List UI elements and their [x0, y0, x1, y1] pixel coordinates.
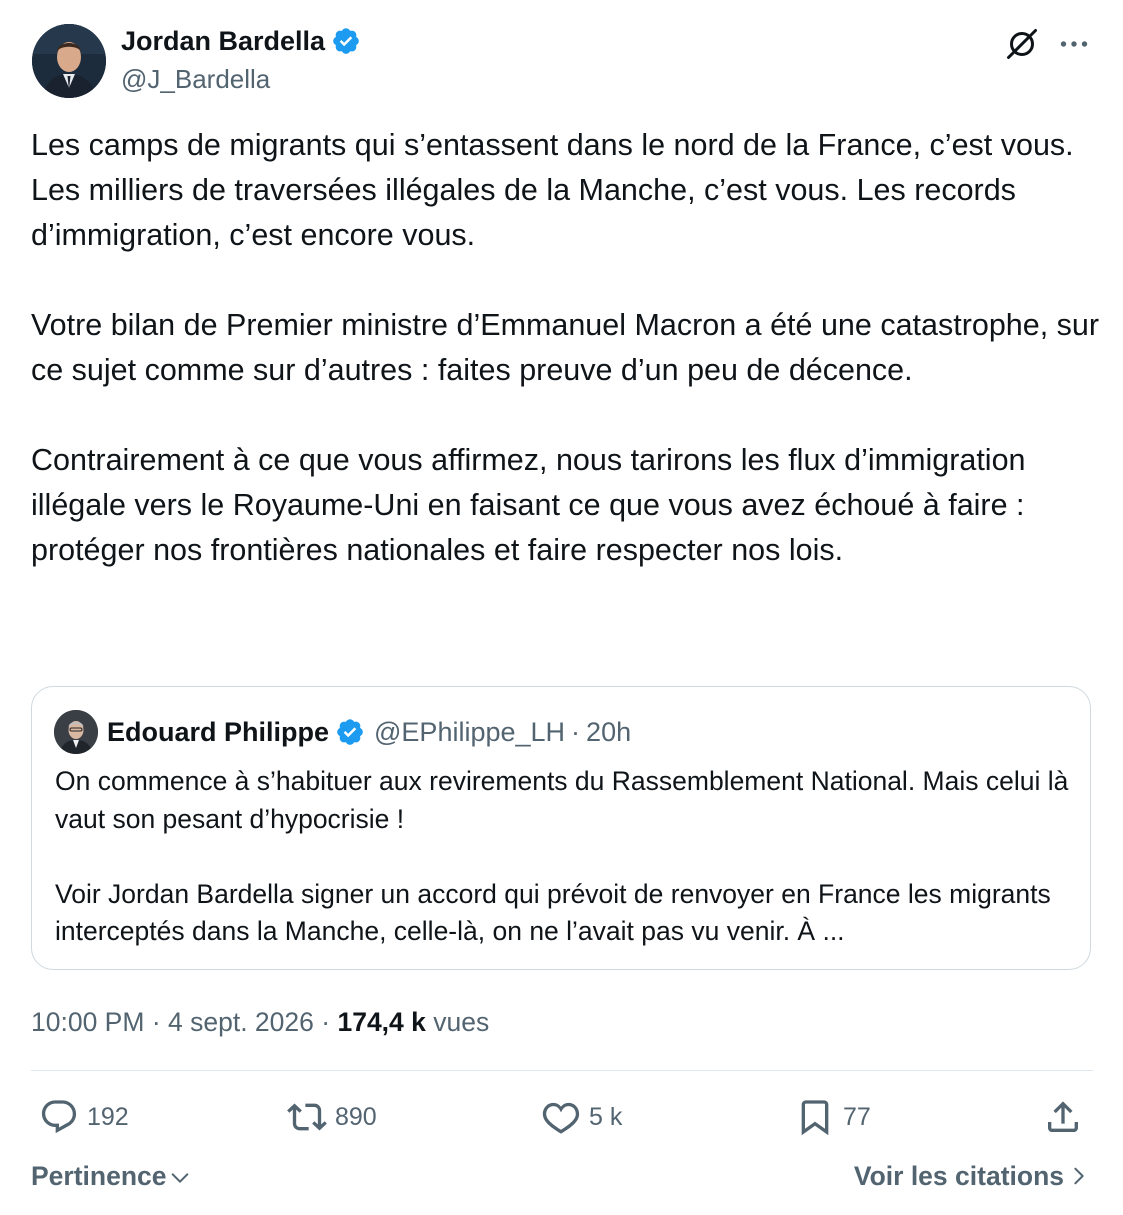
view-quotes-link[interactable]: Voir les citations — [854, 1156, 1090, 1196]
reply-count: 192 — [87, 1102, 129, 1131]
grok-icon[interactable] — [1004, 26, 1040, 62]
views-label: vues — [433, 1007, 490, 1037]
tweet: Jordan Bardella @J_Bardella Les camps de… — [0, 0, 1123, 1215]
divider — [31, 1070, 1093, 1071]
retweet-icon — [287, 1103, 327, 1131]
sort-dropdown[interactable]: Pertinence — [31, 1156, 191, 1196]
quoted-avatar — [54, 710, 98, 754]
bookmark-count: 77 — [843, 1102, 871, 1131]
tweet-text: Les camps de migrants qui s’entassent da… — [31, 123, 1101, 573]
quoted-tweet-text: On commence à s’habituer aux revirements… — [55, 763, 1075, 951]
tweet-header: Jordan Bardella @J_Bardella — [32, 22, 1092, 102]
author-names: Jordan Bardella @J_Bardella — [121, 22, 361, 98]
heart-icon — [542, 1102, 580, 1134]
action-bar: 192 890 5 k 77 — [31, 1092, 1093, 1142]
share-button[interactable] — [1043, 1092, 1091, 1142]
tweet-paragraph: Votre bilan de Premier ministre d’Emmanu… — [31, 308, 1100, 387]
like-button[interactable]: 5 k — [541, 1092, 622, 1142]
tweet-time[interactable]: 10:00 PM — [31, 1007, 144, 1037]
separator-dot: · — [321, 1007, 331, 1037]
separator-dot: · — [151, 1007, 161, 1037]
avatar[interactable] — [32, 24, 106, 98]
retweet-count: 890 — [335, 1102, 377, 1131]
quoted-paragraph: On commence à s’habituer aux revirements… — [55, 766, 1069, 834]
author-display-name[interactable]: Jordan Bardella — [121, 22, 361, 60]
retweet-button[interactable]: 890 — [287, 1092, 377, 1142]
author-name-text[interactable]: Jordan Bardella — [121, 22, 325, 60]
chevron-down-icon — [171, 1173, 188, 1183]
bookmark-button[interactable]: 77 — [795, 1092, 871, 1142]
sort-label: Pertinence — [31, 1161, 167, 1191]
quoted-paragraph: Voir Jordan Bardella signer un accord qu… — [55, 878, 1051, 947]
view-quotes-label: Voir les citations — [853, 1161, 1064, 1191]
reply-icon — [41, 1100, 77, 1134]
reply-button[interactable]: 192 — [39, 1092, 129, 1142]
quoted-handle: @EPhilippe_LH — [374, 716, 566, 747]
like-count: 5 k — [589, 1102, 623, 1131]
share-icon — [1048, 1101, 1078, 1132]
quoted-tweet-card[interactable]: Edouard Philippe @EPhilippe_LH · 20h On … — [31, 686, 1091, 970]
separator-dot: · — [571, 716, 581, 747]
tweet-date[interactable]: 4 sept. 2026 — [168, 1007, 314, 1037]
verified-badge-icon — [333, 28, 359, 54]
bookmark-icon — [801, 1100, 829, 1136]
quoted-display-name: Edouard Philippe — [107, 716, 330, 747]
tweet-paragraph: Contrairement à ce que vous affirmez, no… — [31, 443, 1026, 567]
quoted-timestamp: 20h — [586, 716, 632, 747]
quoted-tweet-header: Edouard Philippe @EPhilippe_LH · 20h — [54, 709, 631, 755]
more-icon[interactable] — [1056, 26, 1092, 62]
verified-badge-icon — [337, 719, 363, 745]
views-count[interactable]: 174,4 k — [337, 1007, 425, 1037]
tweet-meta: 10:00 PM · 4 sept. 2026 · 174,4 k vues — [31, 1002, 489, 1042]
tweet-paragraph: Les camps de migrants qui s’entassent da… — [31, 128, 1074, 252]
chevron-right-icon — [1074, 1167, 1084, 1185]
author-handle[interactable]: @J_Bardella — [121, 60, 361, 98]
